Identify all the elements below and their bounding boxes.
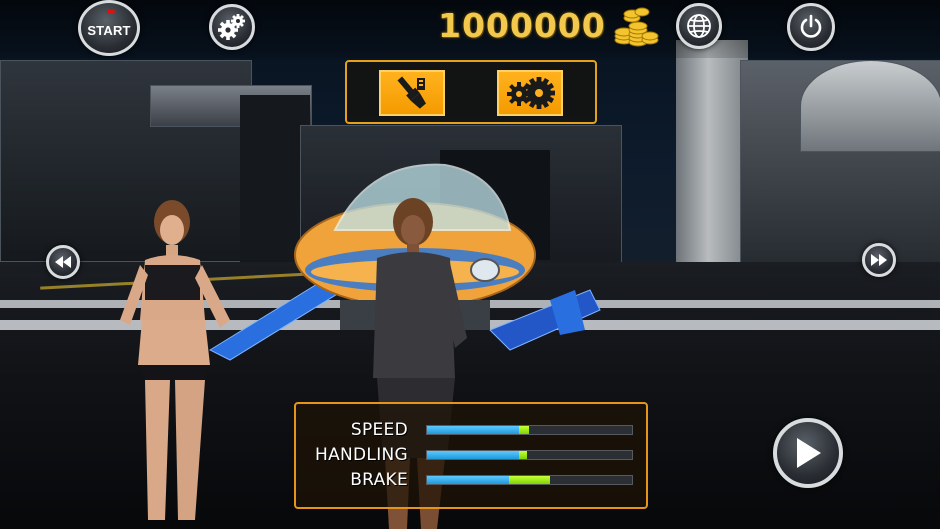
stat-bar-upgrade (519, 451, 527, 459)
play-button[interactable] (773, 418, 843, 488)
paint-button[interactable] (379, 70, 445, 116)
customize-panel (345, 60, 597, 124)
tower-right (676, 40, 748, 270)
power-icon (800, 14, 822, 38)
start-button[interactable]: START (78, 0, 140, 56)
start-indicator (107, 10, 115, 13)
stat-bar-upgrade (519, 426, 529, 434)
stat-bar-base (427, 476, 509, 484)
language-button[interactable] (676, 3, 722, 49)
stat-bar-track (426, 425, 633, 435)
previous-vehicle-button[interactable] (46, 245, 80, 279)
fast-forward-icon (871, 254, 887, 266)
stat-label: HANDLING (315, 445, 408, 465)
stat-row-handling: HANDLING (296, 443, 646, 467)
play-icon (797, 438, 821, 468)
globe-icon (687, 14, 711, 38)
stat-bar-base (427, 426, 519, 434)
stat-label: BRAKE (350, 470, 408, 490)
vehicle-stats-panel: SPEED HANDLING BRAKE (294, 402, 648, 509)
gears-icon (507, 77, 555, 109)
gears-icon (218, 14, 245, 40)
tuning-button[interactable] (497, 70, 563, 116)
gold-coins-icon (614, 7, 659, 47)
stat-bar-base (427, 451, 519, 459)
stat-row-speed: SPEED (296, 418, 646, 442)
next-vehicle-button[interactable] (862, 243, 896, 277)
stat-bar-upgrade (509, 476, 550, 484)
settings-button[interactable] (209, 4, 255, 50)
paint-brush-icon (397, 76, 426, 109)
power-button[interactable] (787, 3, 835, 51)
stat-bar-track (426, 450, 633, 460)
stat-label: SPEED (350, 420, 408, 440)
dome-right (800, 60, 940, 152)
stat-row-brake: BRAKE (296, 468, 646, 492)
rewind-icon (55, 256, 71, 268)
character-left (120, 200, 230, 520)
stat-bar-track (426, 475, 633, 485)
start-label: START (87, 22, 131, 38)
coin-balance: 1000000 (438, 6, 606, 45)
